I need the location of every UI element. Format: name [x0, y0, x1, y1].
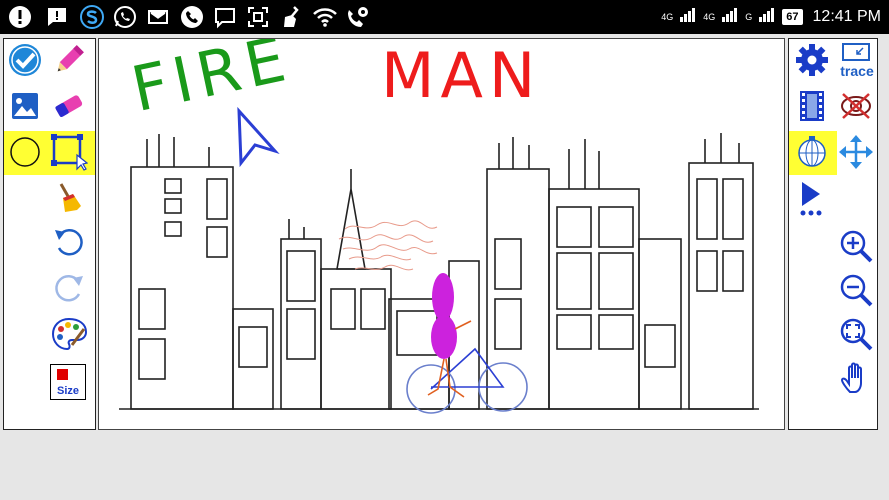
move-arrows-icon[interactable]: [837, 133, 875, 171]
image-icon[interactable]: [6, 87, 44, 125]
film-icon[interactable]: [793, 87, 831, 125]
settings-gear-icon[interactable]: [793, 41, 831, 79]
right-toolbar: trace: [788, 38, 878, 430]
size-label: Size: [56, 385, 79, 397]
title-man: MAN: [381, 39, 541, 112]
eraser-icon[interactable]: [50, 87, 88, 125]
play-more-icon[interactable]: [793, 179, 831, 217]
bottom-area: [0, 432, 889, 500]
zoom-out-icon[interactable]: [837, 271, 875, 309]
size-button[interactable]: Size: [50, 364, 86, 400]
network-4g-top-label: 4G: [661, 12, 674, 22]
fireman-figure: [427, 273, 472, 398]
battery-level: 67: [782, 9, 803, 25]
circle-tool-icon[interactable]: [6, 133, 44, 171]
building-1: [130, 166, 234, 410]
chat-icon: [213, 5, 237, 29]
undo-icon[interactable]: [50, 223, 88, 261]
wifi-icon: [313, 5, 337, 29]
hide-eye-icon[interactable]: [837, 87, 875, 125]
hand-pan-icon[interactable]: [837, 359, 875, 397]
bicycle: [406, 347, 528, 414]
status-time: 12:41 PM: [812, 8, 881, 25]
check-icon[interactable]: [6, 41, 44, 79]
broom-icon[interactable]: [50, 179, 88, 217]
cleaner-icon: [280, 5, 304, 29]
gmail-icon: [146, 5, 170, 29]
building-9: [638, 238, 682, 410]
globe-icon[interactable]: [793, 133, 831, 171]
building-8: [548, 188, 640, 410]
call-settings-icon: [346, 5, 370, 29]
signal-bars-icon: [679, 7, 697, 28]
signal-bars-2-icon: [721, 7, 739, 28]
screenshot-icon: [246, 5, 270, 29]
left-toolbar: Size: [3, 38, 96, 430]
network-4g-label: 4G: [703, 12, 716, 22]
redo-icon[interactable]: [50, 269, 88, 307]
whatsapp-icon: [113, 5, 137, 29]
zoom-in-icon[interactable]: [837, 227, 875, 265]
status-bar: 4G 4G G 67 12:41 PM: [0, 0, 889, 34]
fire-scribble: [338, 220, 438, 271]
title-fire: FIRE: [125, 39, 297, 126]
phone-icon: [180, 5, 204, 29]
signal-bars-3-icon: [758, 7, 776, 28]
zoom-fit-icon[interactable]: [837, 315, 875, 353]
pencil-icon[interactable]: [50, 41, 88, 79]
network-g-label: G: [745, 12, 753, 22]
drawing-canvas[interactable]: FIRE MAN: [98, 38, 785, 430]
cursor-arrow-icon: [237, 106, 280, 168]
trace-label: trace: [840, 63, 874, 79]
size-color-swatch: [57, 369, 68, 380]
rectangle-select-icon[interactable]: [50, 133, 88, 171]
alert-icon: [8, 5, 32, 29]
message-alert-icon: [45, 5, 69, 29]
city-drawing: FIRE MAN: [119, 39, 759, 414]
palette-icon[interactable]: [50, 315, 88, 353]
trace-icon[interactable]: trace: [837, 41, 877, 79]
s-app-icon: [80, 5, 104, 29]
